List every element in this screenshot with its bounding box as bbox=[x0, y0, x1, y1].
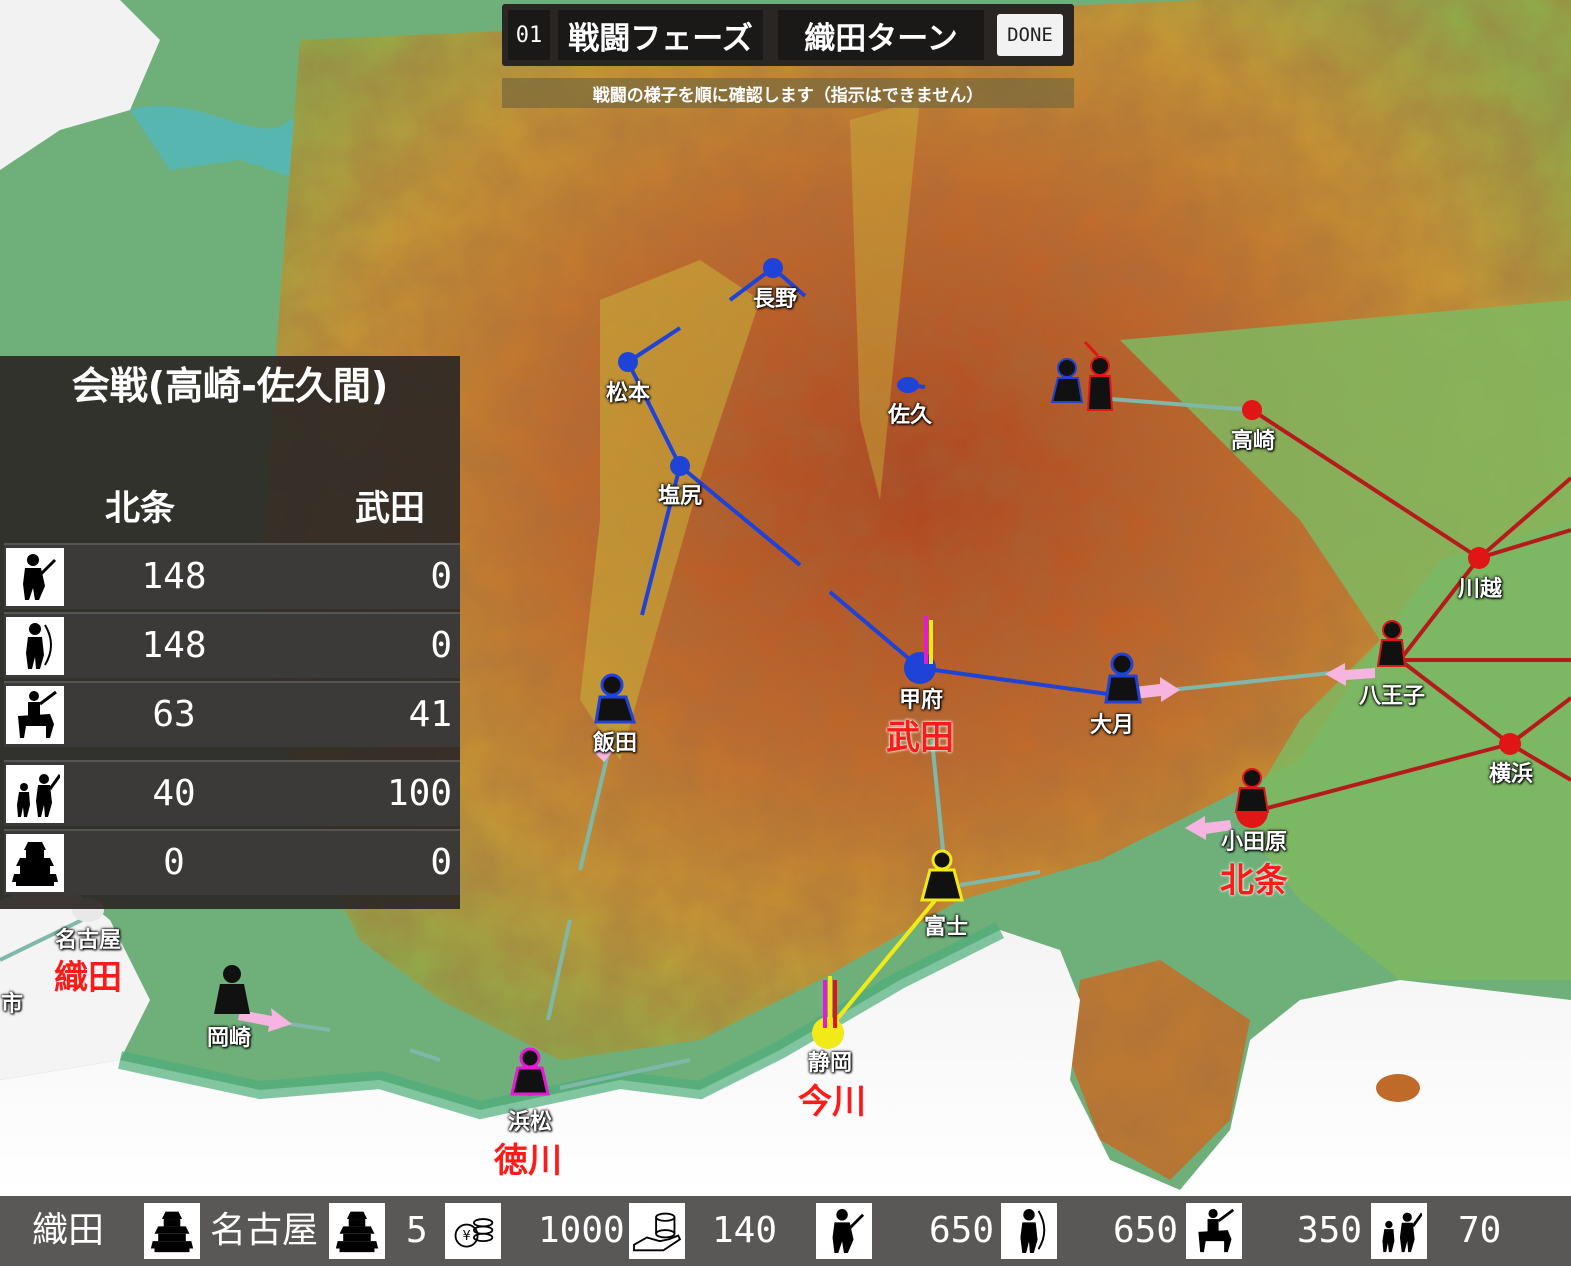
city-node-nagano bbox=[763, 258, 783, 278]
home-castle-icon bbox=[144, 1203, 200, 1259]
clan-label-takeda: 武田 bbox=[886, 718, 954, 758]
city-label-nagano[interactable]: 長野 bbox=[753, 281, 797, 313]
battle-side-left: 北条 bbox=[104, 489, 175, 529]
income-icon bbox=[629, 1203, 685, 1259]
status-infantry: 650 bbox=[929, 1210, 995, 1251]
status-cavalry: 350 bbox=[1297, 1210, 1363, 1251]
city-label-takasaki[interactable]: 高崎 bbox=[1231, 423, 1275, 455]
city-label-iida[interactable]: 飯田 bbox=[593, 725, 637, 757]
city-label-okazaki[interactable]: 岡崎 bbox=[207, 1020, 251, 1052]
status-archer-icon bbox=[1001, 1203, 1057, 1259]
city-label-otsuki[interactable]: 大月 bbox=[1090, 707, 1134, 739]
battle-left-infantry: 148 bbox=[141, 556, 207, 597]
city-node-saku bbox=[897, 377, 919, 393]
clan-label-oda: 織田 bbox=[54, 958, 122, 998]
city-label-hamamatsu[interactable]: 浜松 bbox=[508, 1104, 552, 1136]
city-node-matsumoto bbox=[618, 352, 638, 372]
city-label-fuji[interactable]: 富士 bbox=[924, 909, 968, 941]
battle-row-cavalry: 63 41 bbox=[4, 681, 460, 747]
city-label-ichi[interactable]: 市 bbox=[1, 986, 23, 1018]
status-archers: 650 bbox=[1113, 1210, 1179, 1251]
city-node-kawagoe bbox=[1468, 547, 1490, 569]
status-cavalry-icon bbox=[1186, 1203, 1242, 1259]
city-label-shizuoka[interactable]: 静岡 bbox=[808, 1045, 852, 1077]
status-income: 140 bbox=[712, 1210, 778, 1251]
status-gold: 1000 bbox=[538, 1210, 625, 1251]
status-infantry-icon bbox=[816, 1203, 872, 1259]
phase-label: 戦闘フェーズ bbox=[558, 10, 763, 60]
svg-text:¥: ¥ bbox=[462, 1229, 470, 1244]
battle-left-archer: 148 bbox=[141, 625, 207, 666]
status-gunners: 70 bbox=[1458, 1210, 1502, 1251]
battle-left-cavalry: 63 bbox=[152, 694, 196, 735]
city-label-hachioji[interactable]: 八王子 bbox=[1359, 678, 1425, 710]
phase-subtitle: 戦闘の様子を順に確認します（指示はできません） bbox=[502, 78, 1074, 108]
archer-icon bbox=[6, 617, 64, 675]
status-gunner-icon bbox=[1371, 1203, 1427, 1259]
battle-row-archer: 148 0 bbox=[4, 612, 460, 678]
city-label-kawagoe[interactable]: 川越 bbox=[1458, 571, 1502, 603]
battle-side-right: 武田 bbox=[354, 489, 425, 529]
status-castle-name[interactable]: 名古屋 bbox=[210, 1196, 318, 1266]
cavalry-icon bbox=[6, 686, 64, 744]
battle-right-castle: 0 bbox=[430, 842, 452, 883]
battle-right-gunner: 100 bbox=[386, 773, 452, 814]
done-button[interactable]: DONE bbox=[997, 14, 1063, 56]
battle-row-gunner: 40 100 bbox=[4, 760, 460, 826]
clan-label-imagawa: 今川 bbox=[798, 1082, 866, 1122]
battle-row-infantry: 148 0 bbox=[4, 543, 460, 609]
battle-left-castle: 0 bbox=[163, 842, 185, 883]
city-label-yokohama[interactable]: 横浜 bbox=[1489, 756, 1533, 788]
city-label-saku[interactable]: 佐久 bbox=[888, 397, 932, 429]
status-player: 織田 bbox=[32, 1210, 105, 1251]
battle-row-castle: 0 0 bbox=[4, 829, 460, 895]
castle-count-icon bbox=[329, 1203, 385, 1259]
status-castle-count: 5 bbox=[406, 1210, 428, 1251]
turn-number: 01 bbox=[508, 10, 550, 60]
battle-right-cavalry: 41 bbox=[408, 694, 452, 735]
city-label-odawara[interactable]: 小田原 bbox=[1221, 824, 1287, 856]
battle-left-gunner: 40 bbox=[152, 773, 196, 814]
city-node-yokohama bbox=[1499, 733, 1521, 755]
city-label-shiojiri[interactable]: 塩尻 bbox=[658, 478, 702, 510]
clan-label-hojo: 北条 bbox=[1220, 861, 1288, 901]
battle-title: 会戦(高崎-佐久間) bbox=[71, 364, 389, 408]
city-node-shiojiri bbox=[670, 456, 690, 476]
city-node-takasaki bbox=[1242, 400, 1262, 420]
gunner-icon bbox=[6, 765, 64, 823]
infantry-icon bbox=[6, 548, 64, 606]
clan-label-tokugawa: 徳川 bbox=[494, 1141, 562, 1181]
player-turn-label: 織田ターン bbox=[778, 10, 984, 60]
city-label-matsumoto[interactable]: 松本 bbox=[606, 375, 650, 407]
gold-coins-icon: ¥ bbox=[445, 1203, 501, 1259]
battle-right-infantry: 0 bbox=[430, 556, 452, 597]
castle-icon bbox=[6, 834, 64, 892]
battle-right-archer: 0 bbox=[430, 625, 452, 666]
